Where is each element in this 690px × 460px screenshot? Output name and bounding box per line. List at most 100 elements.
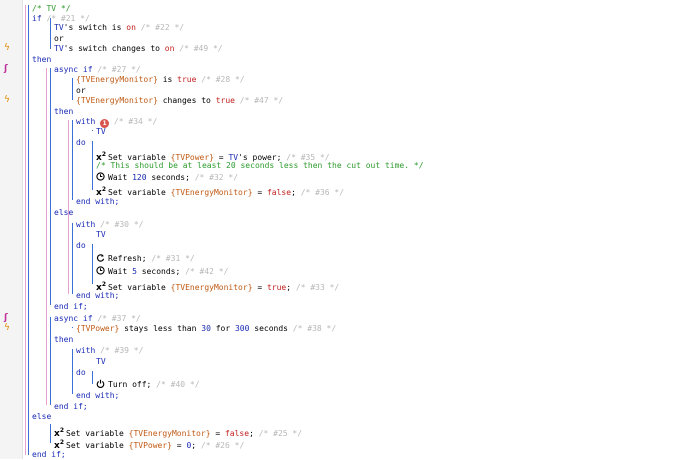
block-bracket [50,317,51,405]
keyword: end with; [76,197,120,206]
variable-token: {TVPower} [128,441,172,450]
code-line[interactable]: end if; [54,301,88,312]
code-line[interactable]: Turn off; /* #40 */ [96,379,200,390]
keyword: end with; [76,391,120,400]
variable-token: {TVEnergyMonitor} [76,96,158,105]
keyword: then [54,335,74,344]
code-line[interactable]: then [54,334,73,345]
keyword: async if [54,314,93,323]
async-marker-icon: ʃ [4,64,8,74]
block-bracket [72,327,73,328]
block-bracket [92,141,93,190]
refresh-icon [96,254,105,262]
code-token: or [76,86,86,95]
code-line[interactable]: TV's switch changes to on /* #49 */ [54,43,223,54]
block-bracket [72,223,73,294]
statement-id-comment: /* #32 */ [194,173,239,182]
code-line[interactable]: TV [96,229,106,240]
code-token: 30 [201,324,211,333]
code-line[interactable]: then [54,106,73,117]
code-line[interactable]: end with; [76,290,119,301]
code-token: = [171,441,187,450]
block-bracket [72,349,73,394]
block-bracket [92,244,93,284]
code-token: TV [96,127,106,136]
clock-icon [96,172,105,181]
code-token: true [215,96,235,105]
statement-id-comment: /* #38 */ [292,324,337,333]
code-line[interactable]: TV [96,356,106,367]
block-bracket [72,78,73,100]
code-line[interactable]: end if; [54,401,88,412]
code-token: TV [54,23,64,32]
code-line[interactable]: with 1 /* #34 */ [76,116,157,128]
code-line[interactable]: {TVEnergyMonitor} changes to true /* #47… [76,95,283,106]
block-bracket [92,371,93,384]
code-token: 300 [234,324,250,333]
code-line[interactable]: x2 Set variable {TVPower} = TV's power; /… [96,149,330,163]
keyword: end if; [54,402,88,411]
code-line[interactable]: x2 Set variable {TVEnergyMonitor} = false… [54,425,302,439]
piston-code-editor[interactable]: /* TV */if /* #21 */TV's switch is on /*… [22,0,690,459]
code-line[interactable]: TV's switch is on /* #22 */ [54,22,184,33]
code-token: 's switch changes to [63,44,165,53]
code-line[interactable]: end with; [76,196,119,207]
keyword: end with; [76,291,120,300]
code-line[interactable]: with /* #39 */ [76,345,143,356]
block-bracket [28,5,29,455]
statement-id-comment: /* #27 */ [97,65,141,74]
statement-id-comment: /* #33 */ [295,283,340,292]
code-line[interactable]: Wait 5 seconds; /* #42 */ [96,266,228,277]
code-line[interactable]: x2 Set variable {TVEnergyMonitor} = true;… [96,279,340,293]
code-line[interactable]: x2 Set variable {TVPower} = 0; /* #26 */ [54,437,245,451]
code-token: for [210,324,235,333]
code-line[interactable]: /* This should be at least 20 seconds le… [96,160,424,171]
code-token: = [252,283,267,292]
keyword: with [76,220,96,229]
code-token: 120 [132,173,147,182]
block-bracket [92,130,93,131]
statement-id-comment: /* #22 */ [140,23,185,32]
variable-token: {TVEnergyMonitor} [76,75,158,84]
code-line[interactable]: else [32,411,51,422]
variable-token: {TVPower} [76,324,120,333]
code-line[interactable]: {TVPower} stays less than 30 for 300 sec… [76,323,336,334]
code-token: true [177,75,197,84]
code-token: TV [54,44,64,53]
code-line[interactable]: else [54,207,73,218]
code-token: ; [291,188,301,197]
statement-id-comment: /* #40 */ [156,380,200,389]
code-line[interactable]: end with; [76,390,119,401]
statement-id-comment: /* #31 */ [151,254,195,263]
code-line[interactable]: do [76,240,86,251]
keyword: then [54,107,74,116]
keyword: do [76,368,86,377]
statement-id-comment: /* #49 */ [179,44,223,53]
code-line[interactable]: x2 Set variable {TVEnergyMonitor} = false… [96,184,344,198]
code-token: 's switch is [63,23,127,32]
variable-token: {TVEnergyMonitor} [170,188,253,197]
code-token: ; [286,283,296,292]
keyword: if [32,14,42,23]
power-icon [96,379,105,388]
code-line[interactable]: Refresh; /* #31 */ [96,253,195,264]
code-token: Turn off; [108,380,157,389]
statement-id-comment: /* #26 */ [200,441,245,450]
code-line[interactable]: with /* #30 */ [76,219,143,230]
code-line[interactable]: do [76,367,86,378]
keyword: then [32,55,52,64]
code-line[interactable]: then [32,54,51,65]
code-line[interactable]: TV [96,126,106,137]
code-token: seconds; [146,173,195,182]
keyword: else [32,412,52,421]
code-token: TV [96,230,106,239]
statement-id-comment: /* #28 */ [201,75,245,84]
code-token: TV [96,357,106,366]
code-line[interactable]: end if; [32,449,66,460]
keyword: end if; [32,450,66,459]
code-line[interactable]: Wait 120 seconds; /* #32 */ [96,172,238,183]
keyword: with [76,346,96,355]
code-line[interactable]: {TVEnergyMonitor} is true /* #28 */ [76,74,245,85]
code-line[interactable]: do [76,137,86,148]
trigger-bolt-icon: ϟ [4,323,10,333]
